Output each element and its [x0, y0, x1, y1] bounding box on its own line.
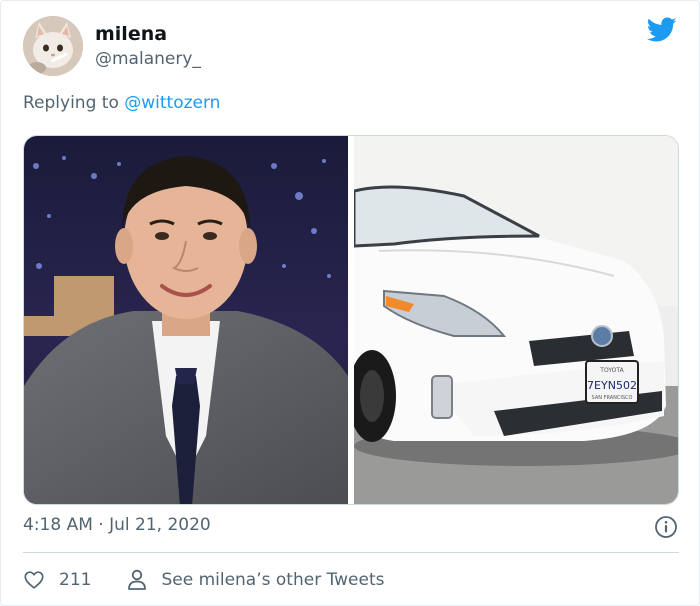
person-photo	[24, 136, 348, 504]
other-tweets-label: See milena’s other Tweets	[161, 570, 385, 590]
tweet-card: milena @malanery_ Replying to @wittozern	[0, 0, 700, 606]
plate-city: SAN FRANCISCO	[592, 395, 633, 401]
like-button[interactable]: 211	[23, 569, 91, 591]
media-photo-car[interactable]: TOYOTA 7EYN502 SAN FRANCISCO	[354, 136, 678, 504]
info-icon[interactable]	[654, 515, 678, 539]
tweet-timestamp[interactable]: 4:18 AM · Jul 21, 2020	[23, 515, 211, 535]
media-grid: TOYOTA 7EYN502 SAN FRANCISCO	[23, 135, 679, 505]
twitter-bird-icon[interactable]	[647, 17, 677, 43]
replying-to-mention[interactable]: @wittozern	[124, 93, 220, 113]
heart-icon	[24, 571, 44, 589]
other-tweets-link[interactable]: See milena’s other Tweets	[127, 569, 385, 591]
user-handle[interactable]: @malanery_	[95, 49, 201, 69]
avatar[interactable]	[23, 16, 83, 76]
replying-to-line: Replying to @wittozern	[23, 93, 220, 113]
like-count: 211	[59, 570, 92, 590]
replying-to-prefix: Replying to	[23, 93, 125, 113]
divider	[23, 552, 679, 553]
plate-brand: TOYOTA	[599, 367, 624, 374]
person-icon	[128, 569, 147, 590]
plate-number: 7EYN502	[587, 379, 637, 392]
avatar-image	[23, 16, 83, 76]
display-name[interactable]: milena	[95, 23, 167, 45]
media-photo-person[interactable]	[24, 136, 348, 504]
tweet-actions: 211 See milena’s other Tweets	[23, 567, 385, 593]
car-photo: TOYOTA 7EYN502 SAN FRANCISCO	[354, 136, 678, 504]
